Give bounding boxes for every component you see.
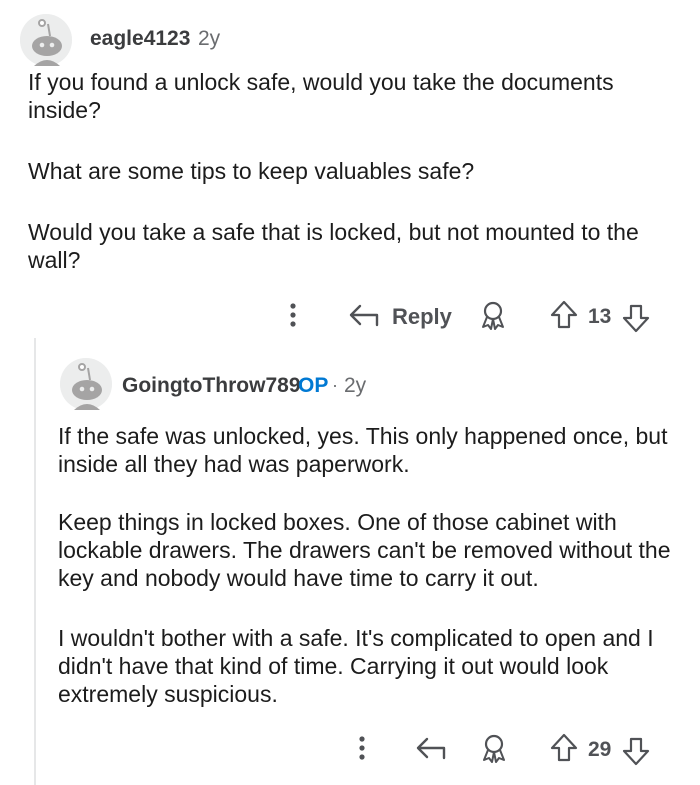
reply-button[interactable]: Reply <box>392 304 452 330</box>
more-options-icon[interactable] <box>355 735 369 766</box>
award-icon[interactable] <box>477 299 509 336</box>
separator-dot: · <box>332 375 338 395</box>
reply-icon[interactable] <box>414 734 448 767</box>
reply-username[interactable]: GoingtoThrow789 <box>122 374 301 398</box>
downvote-icon[interactable] <box>621 302 651 339</box>
avatar[interactable] <box>60 358 112 410</box>
award-icon[interactable] <box>478 732 510 769</box>
upvote-icon[interactable] <box>549 299 579 336</box>
vote-count: 13 <box>588 305 612 328</box>
comment-username[interactable]: eagle4123 <box>90 27 190 51</box>
upvote-icon[interactable] <box>549 732 579 769</box>
avatar[interactable] <box>20 14 72 66</box>
more-options-icon[interactable] <box>286 302 300 333</box>
downvote-icon[interactable] <box>621 735 651 772</box>
reply-icon[interactable] <box>347 301 381 334</box>
vote-count: 29 <box>588 738 612 761</box>
thread-line[interactable] <box>34 338 36 785</box>
snoo-avatar-icon <box>20 14 72 66</box>
reply-paragraph: I wouldn't bother with a safe. It's comp… <box>58 625 654 707</box>
comment-paragraph: What are some tips to keep valuables saf… <box>28 158 475 184</box>
snoo-avatar-icon <box>60 358 112 410</box>
comment-age: 2y <box>198 27 221 50</box>
reply-age: 2y <box>344 374 367 397</box>
reply-paragraph: Keep things in locked boxes. One of thos… <box>58 509 671 591</box>
op-badge: OP <box>298 374 329 397</box>
comment-paragraph: Would you take a safe that is locked, bu… <box>28 219 639 273</box>
reply-paragraph: If the safe was unlocked, yes. This only… <box>58 423 668 477</box>
comment-paragraph: If you found a unlock safe, would you ta… <box>28 69 614 123</box>
